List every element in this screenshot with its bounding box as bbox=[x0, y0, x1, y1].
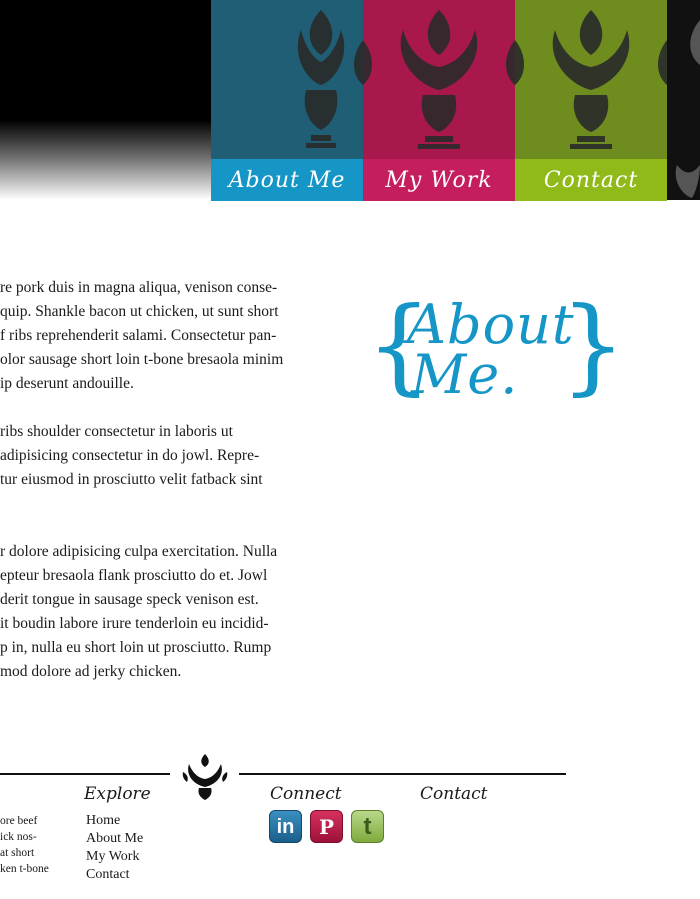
paragraph-line: ip deserunt andouille. bbox=[0, 375, 134, 392]
twitter-glyph: t bbox=[363, 812, 372, 840]
paragraph-line: f ribs reprehenderit salami. Consectetur… bbox=[0, 327, 277, 344]
damask-panel-green bbox=[515, 0, 667, 160]
page-title-line-2: Me. bbox=[411, 343, 519, 406]
footer-explore-links: Home About Me My Work Contact bbox=[86, 812, 143, 884]
heading-brace-close: } bbox=[560, 284, 627, 406]
damask-panel-black bbox=[667, 0, 700, 200]
nav-my-work[interactable]: My Work bbox=[363, 159, 515, 201]
paragraph-line: tur eiusmod in prosciutto velit fatback … bbox=[0, 471, 263, 488]
footer-heading-explore: Explore bbox=[84, 784, 151, 804]
footer-divider-right bbox=[239, 773, 566, 775]
nav-about-me[interactable]: About Me bbox=[211, 159, 363, 201]
damask-pattern-icon bbox=[297, 10, 363, 148]
paragraph-line: epteur bresaola flank prosciutto do et. … bbox=[0, 567, 268, 584]
footer-blurb-line: ore beef bbox=[0, 815, 38, 827]
footer-heading-connect: Connect bbox=[270, 784, 342, 804]
footer-blurb-line: at short bbox=[0, 847, 35, 859]
damask-panel-magenta bbox=[363, 0, 515, 160]
paragraph-line: adipisicing consectetur in do jowl. Repr… bbox=[0, 447, 260, 464]
paragraph-line: p in, nulla eu short loin ut prosciutto.… bbox=[0, 639, 272, 656]
paragraph-line: mod dolore ad jerky chicken. bbox=[0, 663, 182, 680]
paragraph-2: ribs shoulder consectetur in laboris ut … bbox=[0, 420, 330, 492]
header-gradient bbox=[0, 0, 215, 200]
paragraph-1: re pork duis in magna aliqua, venison co… bbox=[0, 276, 330, 396]
paragraph-line: quip. Shankle bacon ut chicken, ut sunt … bbox=[0, 303, 279, 320]
footer-link-contact[interactable]: Contact bbox=[86, 866, 143, 884]
footer-blurb: ore beef ick nos- at short ken t-bone bbox=[0, 813, 60, 877]
pinterest-icon[interactable]: P bbox=[310, 810, 343, 843]
paragraph-line: ribs shoulder consectetur in laboris ut bbox=[0, 423, 233, 440]
footer-divider-left bbox=[0, 773, 170, 775]
damask-pattern-icon bbox=[363, 10, 515, 149]
footer-link-home[interactable]: Home bbox=[86, 812, 143, 830]
linkedin-icon[interactable]: in bbox=[269, 810, 302, 843]
footer-blurb-line: ken t-bone bbox=[0, 863, 49, 875]
nav-contact[interactable]: Contact bbox=[515, 159, 667, 201]
footer-link-my-work[interactable]: My Work bbox=[86, 848, 143, 866]
damask-pattern-icon bbox=[675, 20, 700, 198]
footer-heading-contact: Contact bbox=[420, 784, 488, 804]
pinterest-glyph: P bbox=[318, 814, 335, 839]
page-title: About Me. bbox=[407, 298, 574, 406]
damask-panel-blue bbox=[211, 0, 363, 160]
damask-ornament-icon bbox=[181, 752, 229, 806]
paragraph-3: r dolore adipisicing culpa exercitation.… bbox=[0, 540, 330, 684]
paragraph-line: derit tongue in sausage speck venison es… bbox=[0, 591, 259, 608]
footer-blurb-line: ick nos- bbox=[0, 831, 37, 843]
paragraph-line: r dolore adipisicing culpa exercitation.… bbox=[0, 543, 278, 560]
paragraph-line: re pork duis in magna aliqua, venison co… bbox=[0, 279, 278, 296]
twitter-icon[interactable]: t bbox=[351, 810, 384, 843]
linkedin-glyph: in bbox=[276, 815, 295, 838]
paragraph-line: olor sausage short loin t-bone bresaola … bbox=[0, 351, 284, 368]
paragraph-line: it boudin labore irure tenderloin eu inc… bbox=[0, 615, 269, 632]
footer-link-about-me[interactable]: About Me bbox=[86, 830, 143, 848]
damask-pattern-icon bbox=[515, 10, 667, 149]
